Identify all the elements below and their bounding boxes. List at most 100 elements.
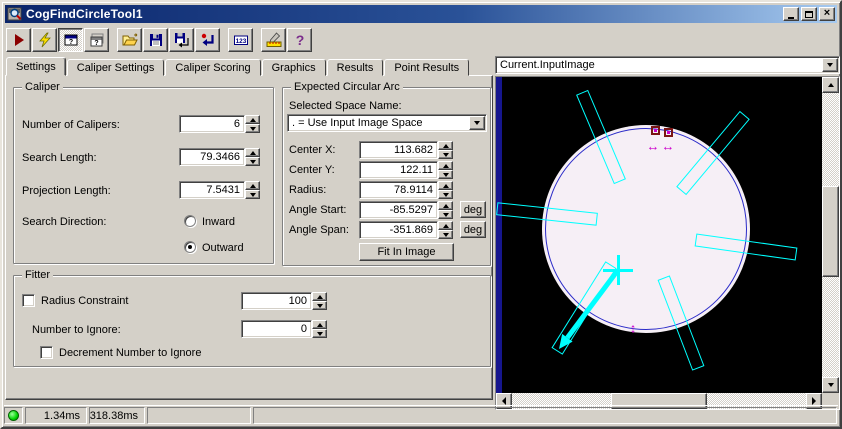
radius-constraint-field[interactable]: 100 (241, 292, 312, 310)
show-electric-tool-window-button[interactable]: ? (84, 28, 109, 52)
spin-down-button[interactable] (245, 157, 260, 166)
projection-length-field[interactable]: 7.5431 (179, 181, 245, 199)
arc-group-title: Expected Circular Arc (291, 81, 403, 93)
spin-down-button[interactable] (245, 124, 260, 133)
spin-up-button[interactable] (312, 292, 327, 301)
space-name-value: . = Use Input Image Space (292, 117, 423, 129)
electric-run-button[interactable] (32, 28, 57, 52)
show-tool-window-button[interactable]: ? (58, 28, 83, 52)
decrement-number-label[interactable]: Decrement Number to Ignore (59, 347, 201, 359)
center-x-label: Center X: (289, 144, 336, 156)
outward-radio-label[interactable]: Outward (202, 242, 244, 254)
decrement-number-checkbox[interactable] (40, 346, 53, 359)
numeric-display-button[interactable]: 123 (228, 28, 253, 52)
angle-start-spinner (438, 201, 453, 219)
center-x-field[interactable]: 113.682 (359, 141, 438, 159)
spin-up-button[interactable] (438, 181, 453, 190)
radius-field[interactable]: 78.9114 (359, 181, 438, 199)
radius-constraint-spinner (312, 292, 327, 310)
measure-button[interactable] (261, 28, 286, 52)
save-button[interactable] (143, 28, 168, 52)
spin-up-button[interactable] (245, 148, 260, 157)
tab-graphics[interactable]: Graphics (261, 59, 326, 76)
angle-span-field[interactable]: -351.869 (359, 221, 438, 239)
radius-constraint-checkbox[interactable] (22, 294, 35, 307)
spin-up-button[interactable] (438, 141, 453, 150)
tab-caliper-settings[interactable]: Caliper Settings (66, 59, 165, 76)
spin-down-button[interactable] (438, 230, 453, 239)
angle-start-field[interactable]: -85.5297 (359, 201, 438, 219)
close-button[interactable]: × (819, 7, 835, 21)
save-as-button[interactable] (169, 28, 194, 52)
inward-radio-label[interactable]: Inward (202, 216, 235, 228)
dropdown-button[interactable] (469, 116, 485, 130)
up-arrow-icon (442, 223, 449, 228)
image-viewport[interactable]: ↔ ↔ ↕ (495, 76, 840, 410)
number-to-ignore-spinner (312, 320, 327, 338)
window-title: CogFindCircleTool1 (26, 7, 143, 21)
search-length-field[interactable]: 79.3466 (179, 148, 245, 166)
chevron-down-icon (827, 63, 833, 67)
search-direction-marker: ↔ (661, 138, 675, 154)
status-led-panel (4, 407, 23, 424)
down-arrow-icon (316, 303, 323, 308)
spin-down-button[interactable] (438, 170, 453, 179)
tab-results[interactable]: Results (326, 59, 384, 76)
radius-constraint-label[interactable]: Radius Constraint (41, 295, 128, 307)
vertical-scroll-thumb[interactable] (822, 186, 839, 277)
tab-settings[interactable]: Settings (6, 57, 66, 76)
spin-down-button[interactable] (438, 150, 453, 159)
spin-down-button[interactable] (438, 210, 453, 219)
toolbar-separator (110, 28, 117, 52)
scroll-down-button[interactable] (822, 377, 839, 393)
space-name-combobox[interactable]: . = Use Input Image Space (287, 114, 487, 132)
revert-button[interactable] (195, 28, 220, 52)
spin-up-button[interactable] (438, 161, 453, 170)
title-bar[interactable]: CogFindCircleTool1 × (5, 5, 837, 23)
spin-up-button[interactable] (245, 181, 260, 190)
minimize-button[interactable] (783, 7, 799, 21)
dropdown-button[interactable] (822, 58, 838, 72)
spin-up-button[interactable] (312, 320, 327, 329)
image-selector-combobox[interactable]: Current.InputImage (495, 56, 840, 74)
run-button[interactable] (6, 28, 31, 52)
number-of-calipers-field[interactable]: 6 (179, 115, 245, 133)
help-button[interactable]: ? (287, 28, 312, 52)
spin-down-button[interactable] (312, 329, 327, 338)
toolbar-separator (254, 28, 261, 52)
settings-tab-page: Caliper Number of Calipers: 6 Search Len… (5, 75, 493, 400)
spin-up-button[interactable] (245, 115, 260, 124)
spin-down-button[interactable] (438, 190, 453, 199)
spin-down-button[interactable] (312, 301, 327, 310)
floppy-icon (148, 32, 164, 48)
search-direction-label: Search Direction: (22, 216, 107, 228)
inward-radio[interactable] (184, 215, 196, 227)
outward-radio[interactable] (184, 241, 196, 253)
spin-up-button[interactable] (438, 221, 453, 230)
up-arrow-icon (249, 150, 256, 155)
spin-down-button[interactable] (245, 190, 260, 199)
edge-point-dot (667, 131, 670, 134)
center-y-field[interactable]: 122.11 (359, 161, 438, 179)
tab-point-results[interactable]: Point Results (384, 59, 470, 76)
tab-caliper-scoring[interactable]: Caliper Scoring (165, 59, 261, 76)
image-display[interactable]: ↔ ↔ ↕ (496, 77, 822, 393)
down-arrow-icon (442, 232, 449, 237)
angle-span-unit-button[interactable]: deg (460, 221, 486, 238)
toolbar: ?? 123? (6, 27, 313, 53)
number-of-calipers-spinner (245, 115, 260, 133)
spin-up-button[interactable] (438, 201, 453, 210)
fit-in-image-button[interactable]: Fit In Image (359, 243, 454, 261)
fitter-group: Fitter Radius Constraint 100 Number to I… (13, 269, 491, 367)
status-panel-3 (147, 407, 251, 424)
svg-text:?: ? (94, 40, 98, 47)
number-to-ignore-field[interactable]: 0 (241, 320, 312, 338)
vertical-scrollbar[interactable] (822, 77, 839, 393)
maximize-button[interactable] (801, 7, 817, 21)
up-arrow-icon (316, 294, 323, 299)
angle-start-unit-button[interactable]: deg (460, 201, 486, 218)
status-panel-2: 318.38ms (89, 407, 145, 424)
scroll-up-button[interactable] (822, 77, 839, 93)
angle-span-label: Angle Span: (289, 224, 349, 236)
open-file-button[interactable] (117, 28, 142, 52)
